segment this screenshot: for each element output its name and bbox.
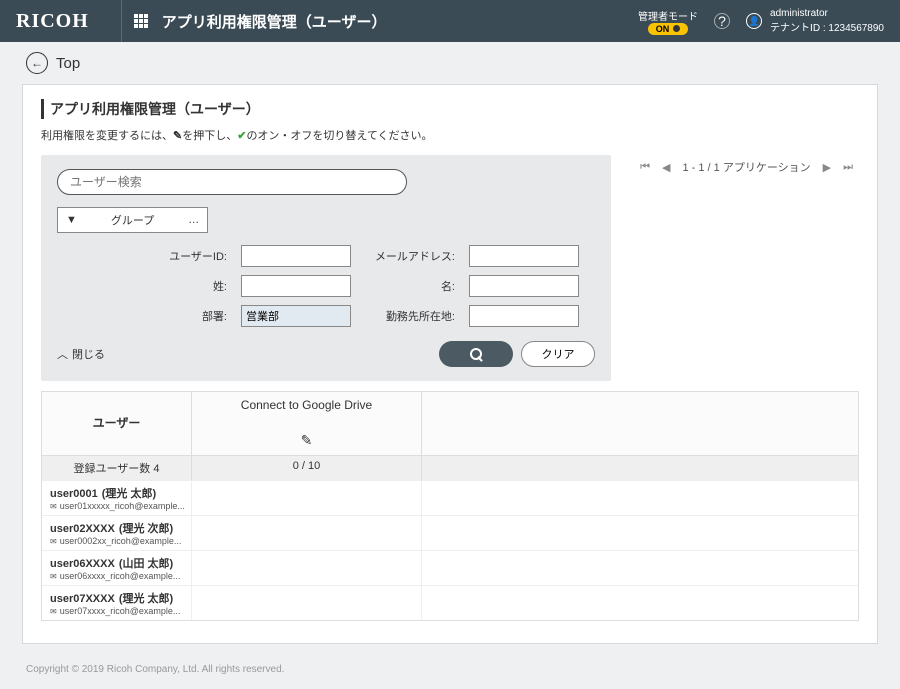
divider [121,0,122,42]
main-panel: アプリ利用権限管理（ユーザー） 利用権限を変更するには、✎を押下し、✔のオン・オ… [22,84,878,644]
app-header: RICOH アプリ利用権限管理（ユーザー） 管理者モード ON ? 👤 admi… [0,0,900,42]
permissions-table: ユーザー Connect to Google Drive ✎ 登録ユーザー数 4… [41,391,859,621]
pager-prev-icon[interactable]: ◀ [662,161,670,174]
row-userid: user02XXXX [50,523,115,535]
breadcrumb: ← Top [0,42,900,84]
pager: ⏮ ◀ 1 - 1 / 1 アプリケーション ▶ ⏭ [640,159,859,175]
clear-button[interactable]: クリア [521,341,595,367]
row-userid: user0001 [50,488,98,500]
label-userid: ユーザーID: [167,248,227,264]
row-userid: user06XXXX [50,558,115,570]
row-username: (理光 太郎) [119,590,173,606]
label-lastname: 姓: [167,278,227,294]
breadcrumb-top[interactable]: Top [56,55,80,72]
pager-first-icon[interactable]: ⏮ [640,161,650,174]
mail-icon: ✉ [50,502,57,511]
search-icon [470,348,482,360]
row-mail: user06xxxx_ricoh@example... [60,571,181,581]
count-row: 登録ユーザー数 4 0 / 10 [42,456,858,480]
registered-count: 登録ユーザー数 4 [42,456,192,480]
filter-panel: ▼ グループ … ユーザーID: メールアドレス: 姓: 名: 部署: 勤務先所… [41,155,611,381]
location-field[interactable] [469,305,579,327]
ellipsis-icon: … [188,214,199,226]
row-username: (理光 次郎) [119,520,173,536]
label-dept: 部署: [167,308,227,324]
col-header-empty [422,392,858,455]
col-header-app: Connect to Google Drive ✎ [192,392,422,455]
apps-grid-icon[interactable] [134,14,148,28]
chevron-up-icon: ︿ [57,346,68,362]
col-header-user: ユーザー [42,392,192,455]
row-mail: user0002xx_ricoh@example... [60,536,182,546]
page-header-title: アプリ利用権限管理（ユーザー） [162,11,387,32]
pager-next-icon[interactable]: ▶ [823,161,831,174]
mail-icon: ✉ [50,537,57,546]
page-title: アプリ利用権限管理（ユーザー） [41,99,859,119]
pager-last-icon[interactable]: ⏭ [843,161,853,174]
userid-field[interactable] [241,245,351,267]
filter-icon: ▼ [66,214,77,226]
brand-logo: RICOH [16,10,109,33]
user-search-input[interactable] [57,169,407,195]
back-button[interactable]: ← [26,52,48,74]
edit-app-icon[interactable]: ✎ [301,432,313,449]
collapse-filter-button[interactable]: ︿ 閉じる [57,346,105,362]
help-icon[interactable]: ? [714,13,730,29]
tenant-id: テナントID : 1234567890 [770,19,884,34]
search-button[interactable] [439,341,513,367]
user-info[interactable]: 👤 administrator テナントID : 1234567890 [746,8,884,34]
admin-mode-toggle[interactable]: ON [648,23,689,35]
copyright: Copyright © 2019 Ricoh Company, Ltd. All… [0,664,900,689]
label-mail: メールアドレス: [365,248,455,264]
admin-mode-block: 管理者モード ON [638,8,698,35]
group-filter-button[interactable]: ▼ グループ … [57,207,208,233]
row-username: (山田 太郎) [119,555,173,571]
row-mail: user07xxxx_ricoh@example... [60,606,181,616]
user-name: administrator [770,8,884,19]
table-row[interactable]: user0001 (理光 太郎) ✉user01xxxxx_ricoh@examp… [42,480,858,515]
mail-icon: ✉ [50,607,57,616]
row-userid: user07XXXX [50,593,115,605]
table-row[interactable]: user07XXXX (理光 太郎) ✉user07xxxx_ricoh@exam… [42,585,858,620]
row-mail: user01xxxxx_ricoh@example... [60,501,185,511]
app-count: 0 / 10 [192,456,422,480]
table-row[interactable]: user06XXXX (山田 太郎) ✉user06xxxx_ricoh@exam… [42,550,858,585]
lastname-field[interactable] [241,275,351,297]
label-firstname: 名: [365,278,455,294]
pager-status: 1 - 1 / 1 アプリケーション [682,159,810,175]
label-location: 勤務先所在地: [365,308,455,324]
table-row[interactable]: user02XXXX (理光 次郎) ✉user0002xx_ricoh@exam… [42,515,858,550]
row-username: (理光 太郎) [102,485,156,501]
admin-mode-label: 管理者モード [638,8,698,23]
mail-field[interactable] [469,245,579,267]
hint-text: 利用権限を変更するには、✎を押下し、✔のオン・オフを切り替えてください。 [41,127,859,143]
user-avatar-icon: 👤 [746,13,762,29]
dept-field[interactable] [241,305,351,327]
firstname-field[interactable] [469,275,579,297]
pencil-icon: ✎ [173,130,182,142]
mail-icon: ✉ [50,572,57,581]
